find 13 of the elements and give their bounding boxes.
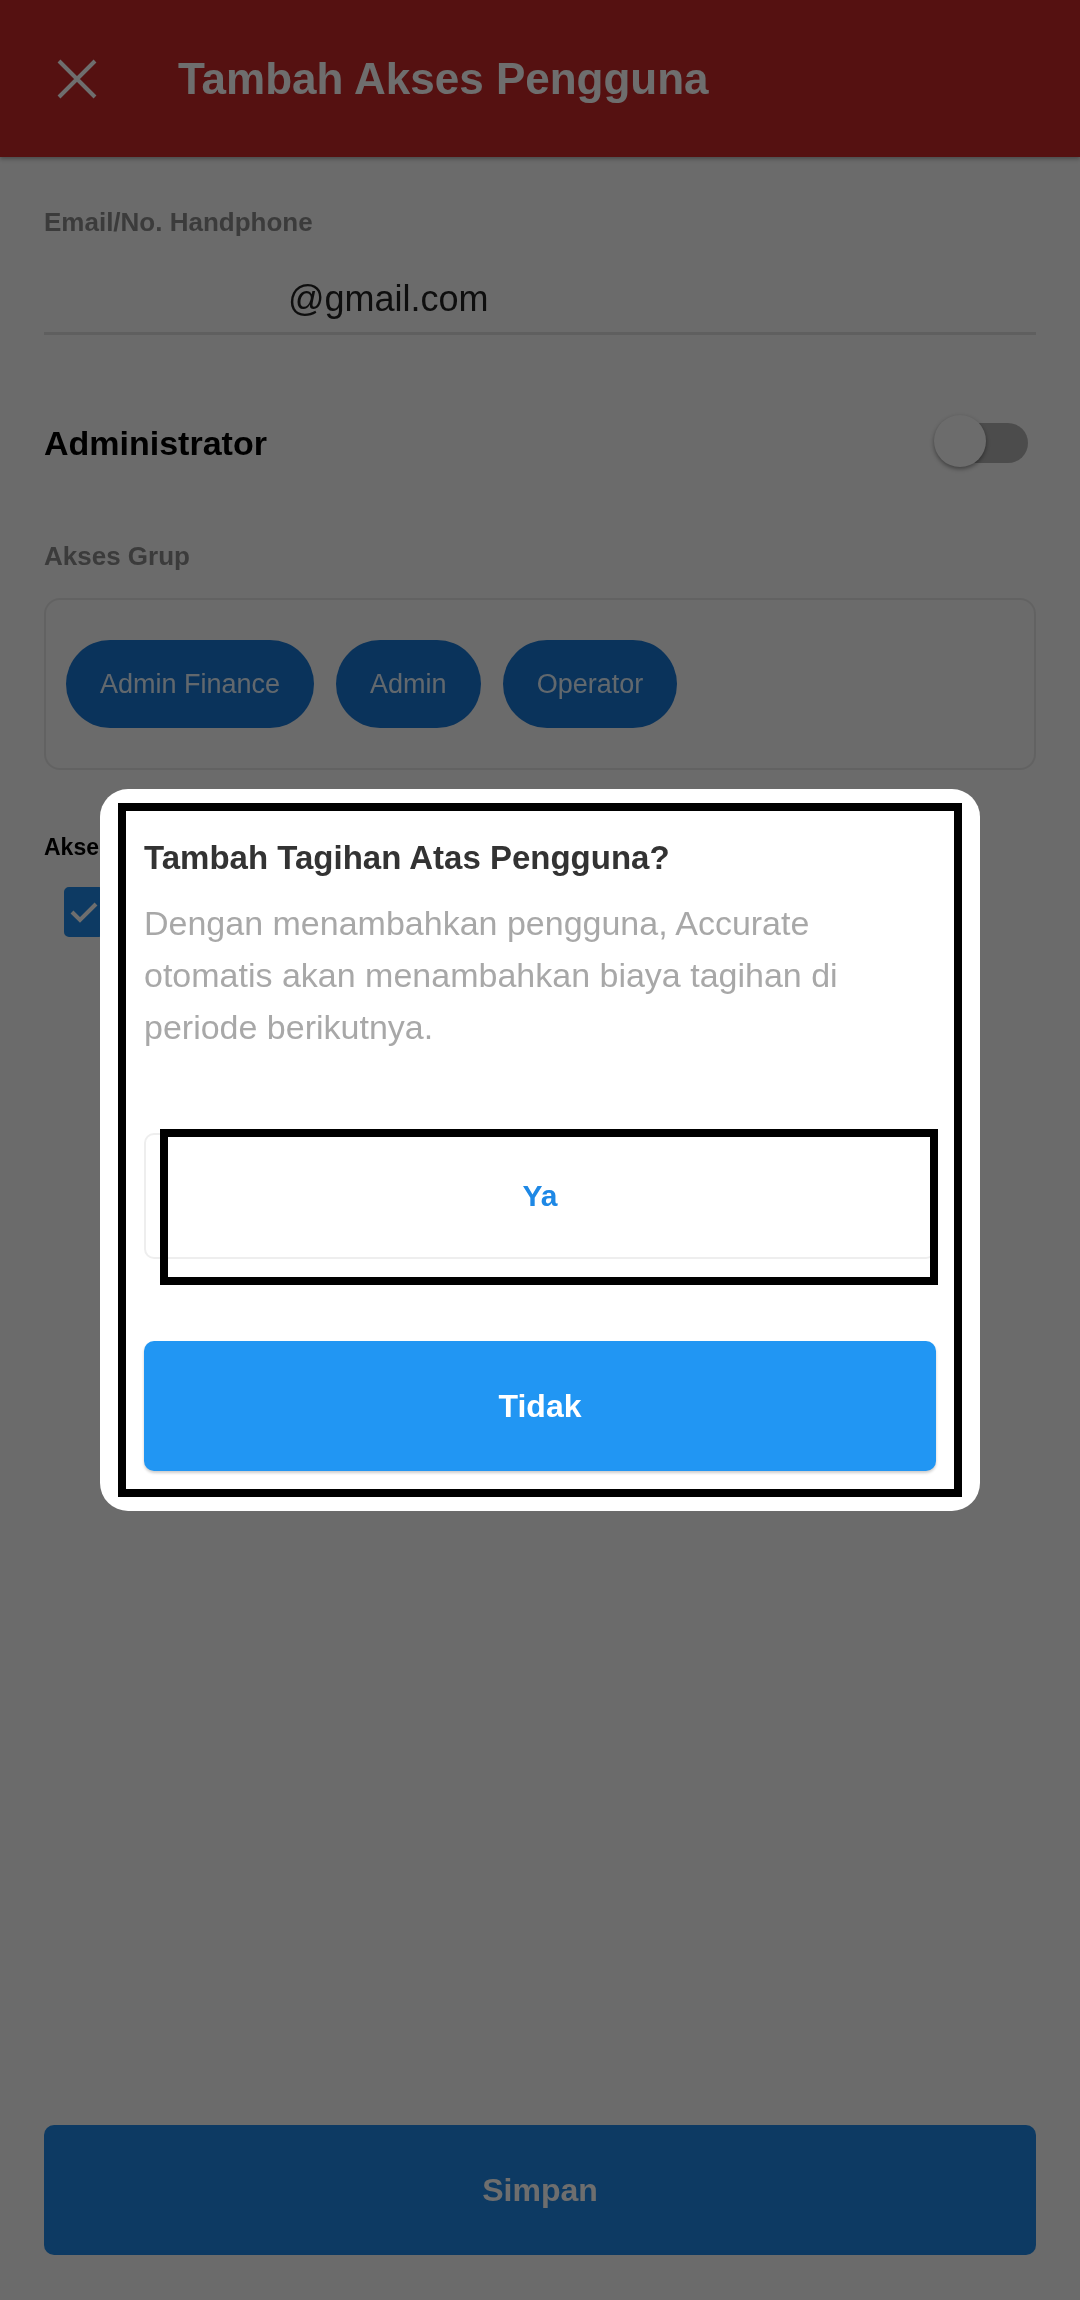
group-chip[interactable]: Admin Finance [66,640,315,728]
group-chip[interactable]: Admin [336,640,481,728]
section-label: Akse [44,834,99,861]
email-field[interactable]: @gmail.com [44,278,1036,335]
dialog-title: Tambah Tagihan Atas Pengguna? [144,839,671,877]
dialog-message: Dengan menambahkan pengguna, Accurate otomatis akan menambahkan biaya tagihan di periode berikutnya. [144,903,839,1048]
check-icon [70,901,98,923]
save-button[interactable]: Simpan [44,2125,1036,2255]
group-chip[interactable]: Operator [502,640,678,728]
screen-title: Tambah Akses Pengguna [178,53,709,104]
close-icon[interactable] [56,57,98,100]
administrator-label: Administrator [44,423,267,463]
no-button[interactable]: Tidak [144,1341,936,1471]
